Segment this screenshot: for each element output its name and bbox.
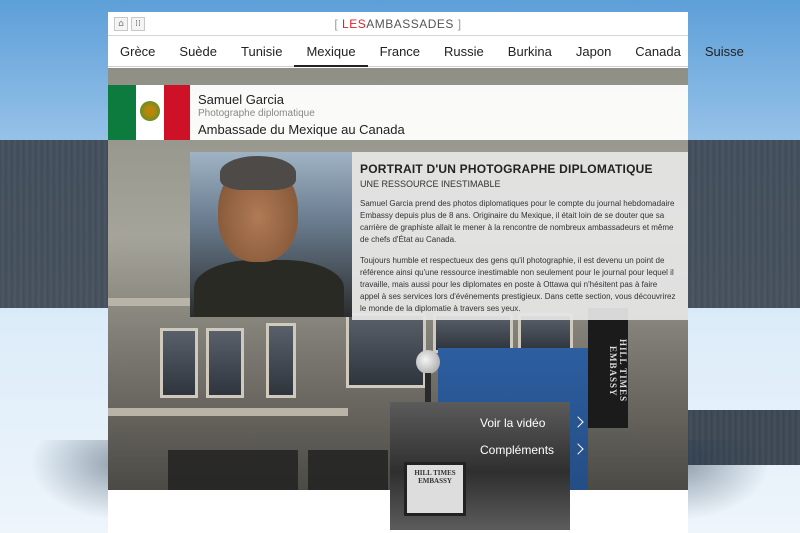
- main-frame: ⌂ ⁞⁞ [ LESAMBASSADES ] Grèce Suède Tunis…: [108, 12, 744, 533]
- photographer-portrait: [190, 152, 352, 317]
- street-lamp: [416, 350, 440, 374]
- building-window: [266, 323, 296, 398]
- nav-item-russie[interactable]: Russie: [432, 37, 496, 67]
- hill-times-banner: HILL TIMES EMBASSY: [588, 308, 628, 428]
- article-title: PORTRAIT D'UN PHOTOGRAPHE DIPLOMATIQUE: [360, 162, 653, 176]
- article-subtitle: UNE RESSOURCE INESTIMABLE: [360, 179, 501, 189]
- site-logo[interactable]: [ LESAMBASSADES ]: [108, 17, 688, 31]
- bracket-open: [: [334, 17, 339, 31]
- watch-video-link[interactable]: Voir la vidéo: [480, 412, 590, 434]
- portrait-jacket: [194, 260, 344, 317]
- chevron-right-icon: [572, 443, 584, 455]
- brand-name: AMBASSADES: [366, 17, 454, 31]
- frame-shadow-right: [680, 440, 770, 520]
- photographer-role: Photographe diplomatique: [198, 108, 315, 119]
- building-window: [346, 313, 426, 388]
- flag-white: [136, 85, 164, 140]
- nav-item-mexique[interactable]: Mexique: [294, 37, 368, 67]
- flag-red: [164, 85, 190, 140]
- portrait-hair: [220, 156, 296, 190]
- article-panel: PORTRAIT D'UN PHOTOGRAPHE DIPLOMATIQUE U…: [352, 152, 688, 320]
- nav-item-tunisie[interactable]: Tunisie: [229, 37, 294, 67]
- newspaper-box: HILL TIMES EMBASSY: [404, 462, 466, 516]
- nav-item-grece[interactable]: Grèce: [108, 37, 167, 67]
- mexico-flag: [108, 85, 190, 140]
- bracket-close: ]: [457, 17, 462, 31]
- nav-item-suisse[interactable]: Suisse: [693, 37, 756, 67]
- watch-video-label: Voir la vidéo: [480, 416, 546, 430]
- extras-link[interactable]: Compléments: [480, 439, 590, 461]
- top-bar: ⌂ ⁞⁞ [ LESAMBASSADES ]: [108, 12, 688, 36]
- article-paragraph-1: Samuel Garcia prend des photos diplomati…: [360, 199, 675, 244]
- awning: [308, 450, 388, 490]
- building-window: [206, 328, 244, 398]
- brand-les: LES: [342, 17, 367, 31]
- building-ledge: [108, 408, 348, 416]
- frame-shadow-left: [30, 440, 120, 520]
- photographer-name: Samuel Garcia: [198, 92, 284, 107]
- building-window: [160, 328, 198, 398]
- nav-item-canada[interactable]: Canada: [623, 37, 693, 67]
- nav-item-japon[interactable]: Japon: [564, 37, 623, 67]
- extras-label: Compléments: [480, 443, 555, 457]
- article-paragraph-2: Toujours humble et respectueux des gens …: [360, 256, 676, 313]
- nav-item-suede[interactable]: Suède: [167, 37, 229, 67]
- eagle-emblem-icon: [140, 101, 160, 121]
- nav-item-france[interactable]: France: [368, 37, 432, 67]
- embassy-name: Ambassade du Mexique au Canada: [198, 122, 405, 137]
- country-nav: Grèce Suède Tunisie Mexique France Russi…: [108, 37, 744, 67]
- chevron-right-icon: [572, 416, 584, 428]
- flag-green: [108, 85, 136, 140]
- awning: [168, 450, 298, 490]
- nav-item-burkina[interactable]: Burkina: [496, 37, 564, 67]
